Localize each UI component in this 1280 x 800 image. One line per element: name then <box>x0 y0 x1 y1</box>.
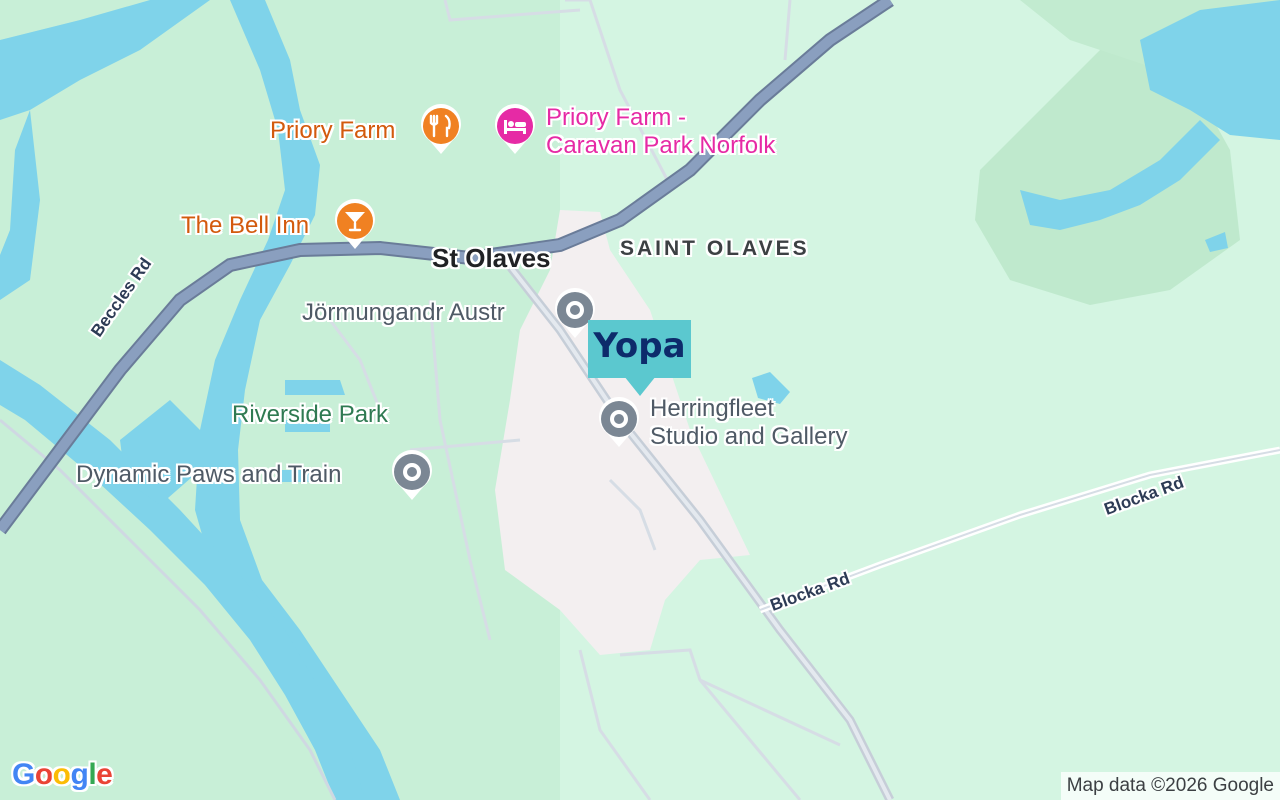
poi-label-priory-farm[interactable]: Priory Farm <box>270 118 395 144</box>
poi-label-dynamic-paws[interactable]: Dynamic Paws and Train <box>76 462 341 488</box>
logo-letter: l <box>88 758 97 791</box>
poi-label-caravan-line1[interactable]: Priory Farm - <box>546 105 686 131</box>
town-label[interactable]: St Olaves <box>432 244 551 272</box>
poi-label-herringfleet-line2[interactable]: Studio and Gallery <box>650 424 847 450</box>
logo-letter: g <box>70 758 89 791</box>
restaurant-icon[interactable] <box>419 104 463 156</box>
logo-letter: G <box>12 758 35 791</box>
ad-pointer <box>624 376 656 396</box>
river-left-channel <box>0 110 40 300</box>
logo-letter: o <box>34 758 53 791</box>
poi-label-herringfleet-line1[interactable]: Herringfleet <box>650 396 774 422</box>
logo-letter: e <box>96 758 113 791</box>
yopa-ad-marker[interactable]: Yopa <box>588 320 691 396</box>
place-icon[interactable] <box>597 397 641 449</box>
poi-label-bell-inn[interactable]: The Bell Inn <box>181 213 309 239</box>
map-canvas[interactable]: Beccles Rd Blocka Rd Blocka Rd St Olaves… <box>0 0 1280 800</box>
poi-label-caravan-line2[interactable]: Caravan Park Norfolk <box>546 133 775 159</box>
park-label[interactable]: Riverside Park <box>232 402 388 428</box>
cocktail-icon[interactable] <box>333 199 377 251</box>
map-attribution[interactable]: Map data ©2026 Google <box>1060 772 1280 800</box>
bed-icon[interactable] <box>493 104 537 156</box>
logo-letter: o <box>52 758 71 791</box>
place-icon[interactable] <box>390 450 434 502</box>
yopa-logo-icon: Yopa <box>593 326 686 366</box>
river-left <box>0 0 210 120</box>
area-label: SAINT OLAVES <box>620 237 810 260</box>
poi-label-jormungandr[interactable]: Jörmungandr Austr <box>302 300 505 326</box>
google-logo: Google <box>12 758 113 792</box>
